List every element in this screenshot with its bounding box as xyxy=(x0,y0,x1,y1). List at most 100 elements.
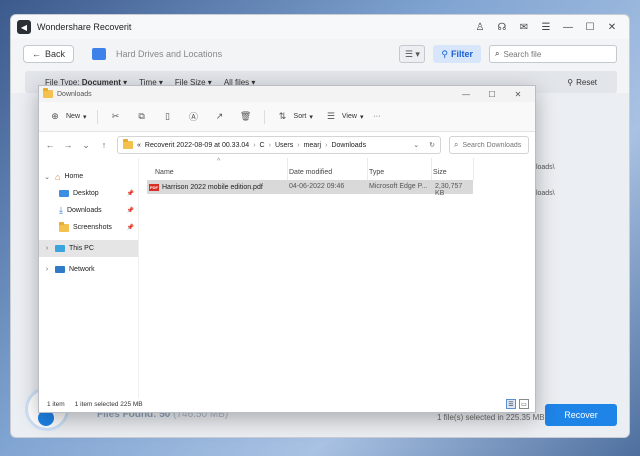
chevron-down-icon[interactable]: ⌄ xyxy=(43,173,51,181)
refresh-icon[interactable]: ↻ xyxy=(429,141,435,149)
download-icon: ⤓ xyxy=(59,205,63,215)
file-name: Harrison 2022 mobile edition.pdf xyxy=(162,183,263,191)
breadcrumb-item[interactable]: Recoverit 2022-08-09 at 00.33.04 xyxy=(145,142,249,149)
breadcrumb-item[interactable]: C xyxy=(260,142,265,149)
address-row: ← → ⌄ ↑ « Recoverit 2022-08-09 at 00.33.… xyxy=(39,132,535,158)
breadcrumb-item[interactable]: mearj xyxy=(304,142,322,149)
filter-button[interactable]: ⚲ Filter xyxy=(433,45,481,63)
chevron-right-icon[interactable]: › xyxy=(43,245,51,252)
menu-icon[interactable]: ☰ xyxy=(535,16,557,38)
pin-icon: 📌 xyxy=(126,225,134,231)
address-bar[interactable]: « Recoverit 2022-08-09 at 00.33.04 › C ›… xyxy=(117,136,441,154)
view-icon: ☰ xyxy=(326,111,335,121)
headset-support-icon[interactable]: ☊ xyxy=(491,16,513,38)
column-divider[interactable] xyxy=(287,158,288,180)
nav-item-network[interactable]: › Network xyxy=(39,261,138,278)
minimize-button[interactable]: — xyxy=(557,16,579,38)
app-toolbar: ← Back Hard Drives and Locations ☰ ▾ ⚲ F… xyxy=(11,39,629,69)
more-icon: ··· xyxy=(373,113,381,120)
status-bar: 1 item 1 item selected 225 MB ☰ ▭ xyxy=(39,396,537,412)
desktop-icon xyxy=(59,190,69,197)
column-name[interactable]: Name xyxy=(155,169,174,176)
app-title: Wondershare Recoverit xyxy=(37,22,132,32)
column-divider[interactable] xyxy=(431,158,432,180)
nav-item-screenshots[interactable]: Screenshots 📌 xyxy=(39,219,138,236)
recent-chevron-icon[interactable]: ⌄ xyxy=(81,140,91,151)
chevron-down-icon[interactable]: ⌄ xyxy=(413,141,419,149)
divider xyxy=(263,109,265,124)
sort-button[interactable]: ⇅ Sort ▾ xyxy=(275,111,313,122)
column-divider[interactable] xyxy=(473,158,474,180)
tiles-view-icon[interactable]: ▭ xyxy=(519,399,529,409)
breadcrumb-separator: › xyxy=(325,141,328,149)
nav-item-home[interactable]: ⌄ ⌂ Home xyxy=(39,168,138,185)
column-divider[interactable] xyxy=(367,158,368,180)
back-button[interactable]: ← Back xyxy=(23,45,75,63)
nav-item-this-pc[interactable]: › This PC xyxy=(39,240,138,257)
file-row[interactable]: PDF Harrison 2022 mobile edition.pdf 04-… xyxy=(147,180,473,197)
column-type[interactable]: Type xyxy=(369,169,384,176)
view-button[interactable]: ☰ View ▾ xyxy=(323,111,364,122)
paste-icon[interactable]: ▯ xyxy=(160,111,176,122)
chevron-down-icon: ▾ xyxy=(309,113,313,121)
cut-icon[interactable]: ✂ xyxy=(108,111,124,122)
column-date-modified[interactable]: Date modified xyxy=(289,169,332,176)
downloads-search-box[interactable]: ⌕ xyxy=(449,136,529,154)
delete-icon[interactable]: 🗑 xyxy=(238,111,254,122)
view-mode-dropdown[interactable]: ☰ ▾ xyxy=(399,45,426,63)
forward-arrow-icon[interactable]: → xyxy=(63,140,73,150)
breadcrumb-separator: › xyxy=(268,141,271,149)
more-options-button[interactable]: ··· xyxy=(373,113,380,120)
filter-label: Filter xyxy=(450,49,473,59)
network-icon xyxy=(55,266,65,273)
downloads-search-input[interactable] xyxy=(462,141,525,149)
divider xyxy=(96,109,98,124)
reset-button[interactable]: ⚲ Reset xyxy=(567,78,597,87)
selection-summary: 1 file(s) selected in 225.35 MB xyxy=(437,413,545,422)
column-headers: ^ Name Date modified Type Size xyxy=(139,158,537,180)
folder-icon xyxy=(43,88,53,98)
nav-label: Desktop xyxy=(73,190,99,197)
sort-label: Sort xyxy=(293,113,307,120)
reset-label: Reset xyxy=(576,77,597,87)
breadcrumb-item[interactable]: Downloads xyxy=(331,142,366,149)
chevron-right-icon[interactable]: › xyxy=(43,266,51,273)
share-icon[interactable]: ↗ xyxy=(212,111,228,122)
nav-item-desktop[interactable]: Desktop 📌 xyxy=(39,185,138,202)
nav-label: Downloads xyxy=(66,207,102,214)
explorer-close-button[interactable]: ✕ xyxy=(505,90,531,99)
details-view-icon[interactable]: ☰ xyxy=(506,399,516,409)
back-arrow-icon[interactable]: ← xyxy=(45,140,55,150)
sort-icon: ⇅ xyxy=(278,111,287,121)
arrow-left-icon: ← xyxy=(32,49,41,59)
pin-icon: 📌 xyxy=(126,191,134,197)
explorer-minimize-button[interactable]: — xyxy=(453,90,479,99)
nav-item-downloads[interactable]: ⤓ Downloads 📌 xyxy=(39,202,138,219)
close-button[interactable]: ✕ xyxy=(601,16,623,38)
hard-drive-icon xyxy=(92,48,107,60)
explorer-maximize-button[interactable]: ☐ xyxy=(479,90,505,99)
new-button[interactable]: ⊕ New ▾ xyxy=(47,111,86,122)
account-icon[interactable]: ♙ xyxy=(469,16,491,38)
back-label: Back xyxy=(45,49,66,59)
recover-button[interactable]: Recover xyxy=(545,404,617,426)
file-type: Microsoft Edge P... xyxy=(369,183,428,190)
list-view-icon: ☰ ▾ xyxy=(404,48,420,59)
selection-info: 1 item selected 225 MB xyxy=(74,400,143,408)
explorer-content: ⌄ ⌂ Home Desktop 📌 ⤓ Downloads 📌 Screens… xyxy=(39,158,537,398)
search-icon: ⌕ xyxy=(454,140,459,149)
column-size[interactable]: Size xyxy=(433,169,447,176)
downloads-explorer-window: Downloads — ☐ ✕ ⊕ New ▾ ✂ ⧉ ▯ Ⓐ ↗ 🗑 ⇅ So… xyxy=(38,85,536,413)
explorer-title: Downloads xyxy=(57,90,92,98)
mail-icon[interactable]: ✉ xyxy=(513,16,535,38)
pin-icon: 📌 xyxy=(126,208,134,214)
breadcrumb-item[interactable]: Users xyxy=(275,142,293,149)
address-overflow[interactable]: « xyxy=(137,142,141,149)
maximize-button[interactable]: ☐ xyxy=(579,16,601,38)
file-search-input[interactable] xyxy=(503,49,604,59)
up-arrow-icon[interactable]: ↑ xyxy=(99,140,109,150)
rename-icon[interactable]: Ⓐ xyxy=(186,110,202,123)
copy-icon[interactable]: ⧉ xyxy=(134,111,150,122)
breadcrumb-separator: › xyxy=(297,141,300,149)
file-search-box[interactable]: ⌕ xyxy=(489,45,617,63)
